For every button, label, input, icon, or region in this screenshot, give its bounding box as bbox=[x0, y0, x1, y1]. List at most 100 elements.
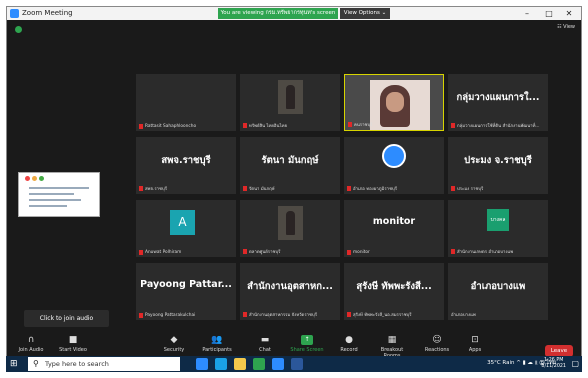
participant-video bbox=[278, 206, 303, 240]
participant-name: Payoong Pattarakulchai bbox=[145, 313, 196, 318]
notification-icon[interactable]: ▢ bbox=[571, 359, 579, 368]
participant-caption: Rattasit Sahaphlooncho bbox=[139, 124, 196, 129]
toolbar-label: Share Screen bbox=[290, 347, 324, 353]
clock-date: 8/11/2021 bbox=[541, 364, 566, 369]
taskbar-search-box[interactable]: ⚲ Type here to search bbox=[28, 357, 180, 371]
participant-tile[interactable]: สุรังษี ทัพพะรังสี... สุรังษี ทัพพะรังสี_… bbox=[344, 263, 444, 320]
participant-caption: กลุ่มวางแผนการใช้ที่ดิน สำนักงานพัฒนาที่… bbox=[451, 122, 540, 129]
toolbar-label: Record bbox=[340, 347, 358, 353]
participant-tile[interactable]: monitor monitor bbox=[344, 200, 444, 257]
participant-tile[interactable]: Rattasit Sahaphlooncho bbox=[136, 74, 236, 131]
apps-icon: ⊡ bbox=[471, 335, 479, 345]
participant-tile[interactable]: สำนักงานอุตสาหก... สำนักงานอุตสาหกรรม จัง… bbox=[240, 263, 340, 320]
participant-display-name: สำนักงานอุตสาหก... bbox=[247, 281, 333, 292]
participant-name: Anuwat Polhiram bbox=[145, 250, 182, 255]
participant-profile-logo: บางคล bbox=[487, 209, 509, 231]
participant-caption: รัตนา มันกฤษ์ bbox=[243, 185, 275, 192]
participant-caption: monitor bbox=[347, 250, 370, 255]
participant-tile[interactable]: รัตนา มันกฤษ์ รัตนา มันกฤษ์ bbox=[240, 137, 340, 194]
thumb-line bbox=[29, 199, 81, 201]
participant-profile-logo bbox=[382, 144, 406, 168]
participant-caption: Payoong Pattarakulchai bbox=[139, 313, 195, 318]
thumb-line bbox=[29, 193, 74, 195]
participant-tile[interactable]: คนราชบุรี bbox=[344, 74, 444, 131]
thumb-line bbox=[29, 187, 89, 189]
view-options-button[interactable]: View Options ⌄ bbox=[340, 8, 390, 19]
muted-mic-icon bbox=[347, 186, 351, 191]
line-app-icon[interactable] bbox=[253, 358, 265, 370]
participant-name: รัตนา มันกฤษ์ bbox=[249, 187, 275, 192]
muted-mic-icon bbox=[243, 186, 247, 191]
participant-name: ทรัพย์สิน ไทยอินไทย bbox=[249, 124, 287, 129]
view-button[interactable]: ☷ View bbox=[557, 24, 575, 30]
muted-mic-icon bbox=[139, 250, 143, 255]
participant-tile[interactable]: ตลาดศูนย์ราชบุรี bbox=[240, 200, 340, 257]
participant-name: สำนักงานเกษตร อำเภอบางแพ bbox=[457, 250, 514, 255]
shared-screen-thumbnail[interactable] bbox=[18, 172, 100, 217]
shield-icon: ◆ bbox=[170, 335, 178, 345]
participant-caption: Anuwat Polhiram bbox=[139, 250, 181, 255]
participant-name: ประมง ราชบุรี bbox=[457, 187, 484, 192]
video-icon: ■ bbox=[68, 335, 78, 345]
edge-icon[interactable] bbox=[215, 358, 227, 370]
toolbar-label: Security bbox=[163, 347, 185, 353]
thumb-dot bbox=[32, 176, 37, 181]
windows-taskbar: ⊞ ⚲ Type here to search 35°C Rain ^ ▮ ☁ … bbox=[6, 356, 582, 372]
participant-caption: ทรัพย์สิน ไทยอินไทย bbox=[243, 122, 287, 129]
participant-name: สำนักงานอุตสาหกรรม จังหวัดราชบุรี bbox=[249, 313, 318, 318]
participant-tile[interactable]: ทรัพย์สิน ไทยอินไทย bbox=[240, 74, 340, 131]
participant-tile[interactable]: อำเภอ ทองผาภูมิราชบุรี bbox=[344, 137, 444, 194]
participant-display-name: รัตนา มันกฤษ์ bbox=[261, 155, 319, 166]
participant-caption: สุรังษี ทัพพะรังสี_นอ.สมรราชบุรี bbox=[347, 311, 412, 318]
muted-mic-icon bbox=[347, 250, 351, 255]
word-icon[interactable] bbox=[291, 358, 303, 370]
edge-icon[interactable] bbox=[196, 358, 208, 370]
zoom-taskbar-icon[interactable] bbox=[272, 358, 284, 370]
participant-name: Rattasit Sahaphlooncho bbox=[145, 124, 197, 129]
muted-mic-icon bbox=[451, 123, 455, 128]
participant-tile[interactable]: Payoong Pattar... Payoong Pattarakulchai bbox=[136, 263, 236, 320]
minimize-icon[interactable]: – bbox=[517, 7, 537, 20]
participant-tile[interactable]: สพจ.ราชบุรี สพจ.ราชบุรี bbox=[136, 137, 236, 194]
participant-tile[interactable]: กลุ่มวางแผนการใ... กลุ่มวางแผนการใช้ที่ดิ… bbox=[448, 74, 548, 131]
zoom-app-icon bbox=[10, 9, 19, 18]
participant-caption: สพจ.ราชบุรี bbox=[139, 185, 167, 192]
participant-tile[interactable]: ประมง จ.ราชบุรี ประมง ราชบุรี bbox=[448, 137, 548, 194]
participant-tile[interactable]: บางคลสำนักงานเกษตร อำเภอบางแพ bbox=[448, 200, 548, 257]
participant-tile[interactable]: อำเภอบางแพ อำเภอบางแพ bbox=[448, 263, 548, 320]
encryption-shield-icon[interactable] bbox=[15, 26, 22, 33]
close-icon[interactable]: ✕ bbox=[559, 7, 579, 20]
participant-display-name: อำเภอบางแพ bbox=[470, 281, 526, 292]
participant-display-name: Payoong Pattar... bbox=[140, 279, 232, 290]
muted-mic-icon bbox=[243, 312, 247, 317]
muted-mic-icon bbox=[139, 313, 143, 318]
taskbar-clock[interactable]: 1:26 PM 8/11/2021 bbox=[541, 358, 566, 370]
muted-mic-icon bbox=[451, 249, 455, 254]
thumb-line bbox=[29, 205, 67, 207]
search-icon: ⚲ bbox=[33, 359, 39, 368]
muted-mic-icon bbox=[139, 124, 143, 129]
participant-caption: ตลาดศูนย์ราชบุรี bbox=[243, 248, 280, 255]
toolbar-label: Join Audio bbox=[18, 347, 44, 353]
participant-name: คนราชบุรี bbox=[354, 123, 373, 128]
toolbar-label: Start Video bbox=[59, 347, 87, 353]
participant-display-name: monitor bbox=[372, 216, 416, 227]
muted-mic-icon bbox=[347, 312, 351, 317]
participant-video bbox=[278, 80, 303, 114]
participant-display-name: สุรังษี ทัพพะรังสี... bbox=[356, 281, 432, 292]
windows-start-icon[interactable]: ⊞ bbox=[10, 359, 20, 369]
share-screen-icon: ↑ bbox=[301, 335, 313, 345]
participant-caption: สำนักงานอุตสาหกรรม จังหวัดราชบุรี bbox=[243, 311, 317, 318]
participant-gallery: Rattasit Sahaphlooncho ทรัพย์สิน ไทยอินไท… bbox=[136, 74, 548, 323]
participant-display-name: กลุ่มวางแผนการใ... bbox=[456, 92, 540, 103]
toolbar-label: Reactions bbox=[424, 347, 450, 353]
participants-icon: 👥 bbox=[211, 335, 223, 345]
participant-caption: อำเภอบางแพ bbox=[451, 311, 476, 318]
maximize-icon[interactable]: □ bbox=[539, 7, 559, 20]
toolbar-label: Chat bbox=[259, 347, 271, 353]
participant-name: สพจ.ราชบุรี bbox=[145, 187, 168, 192]
participant-tile[interactable]: A Anuwat Polhiram bbox=[136, 200, 236, 257]
participant-name: monitor bbox=[353, 250, 370, 255]
muted-mic-icon bbox=[243, 123, 247, 128]
file-explorer-icon[interactable] bbox=[234, 358, 246, 370]
